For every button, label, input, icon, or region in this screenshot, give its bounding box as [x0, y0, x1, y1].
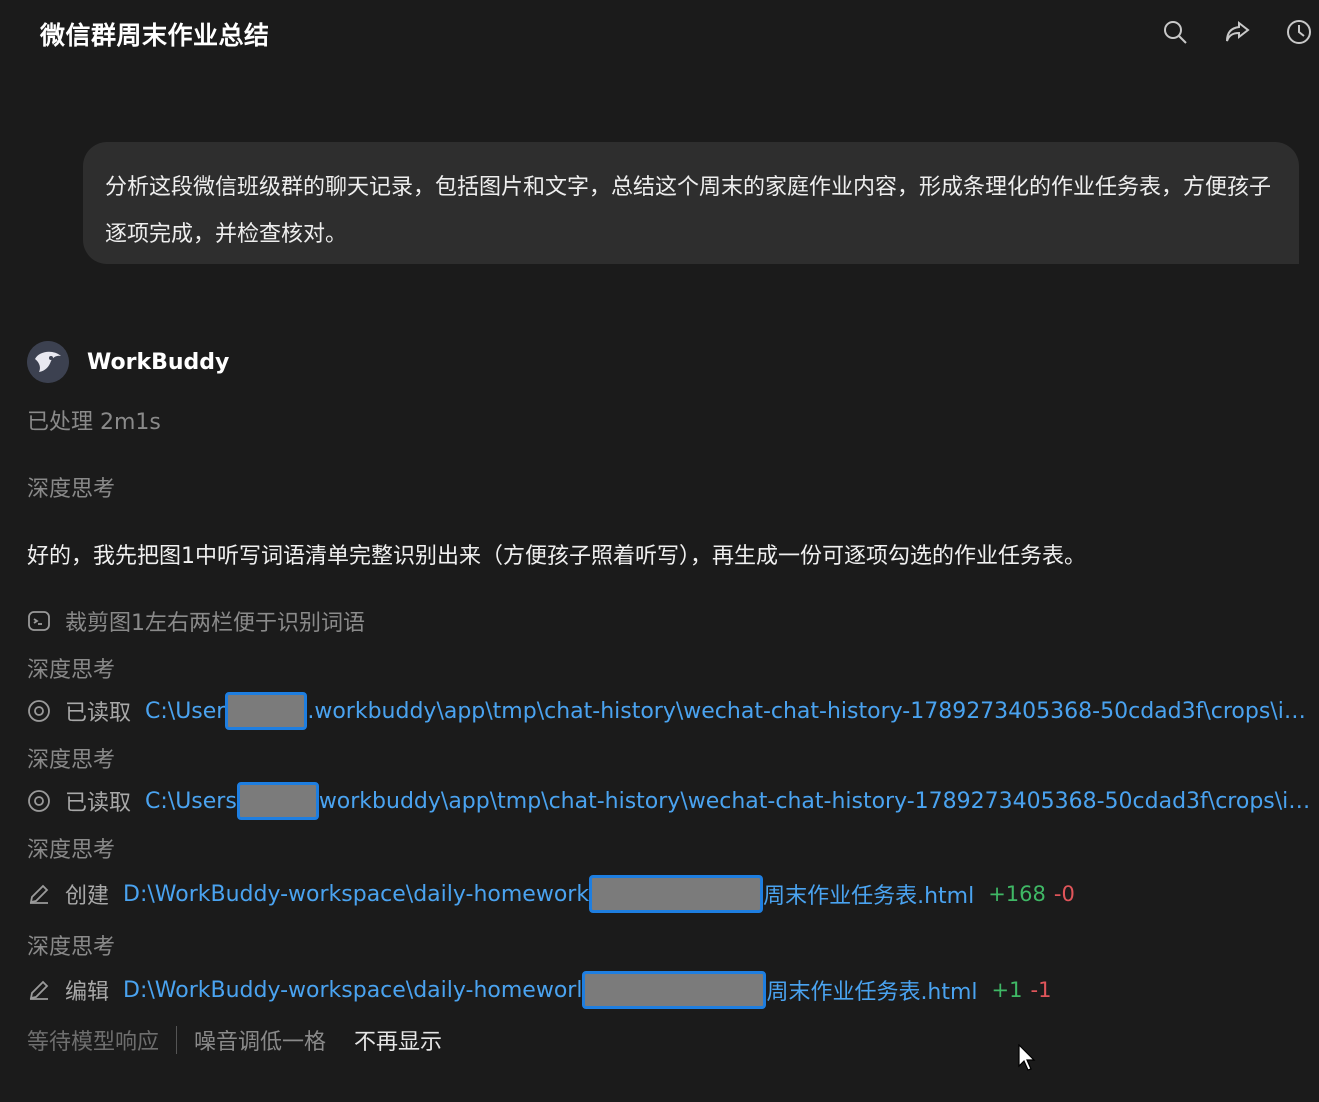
step-crop[interactable]: 裁剪图1左右两栏便于识别词语 — [27, 605, 365, 637]
status-bar: 等待模型响应 噪音调低一格 不再显示 — [27, 1024, 442, 1056]
mouse-cursor-icon — [1018, 1044, 1036, 1071]
thinking-label[interactable]: 深度思考 — [27, 471, 115, 503]
workbuddy-logo-icon — [27, 341, 69, 383]
file-path-suffix[interactable]: 周末作业任务表.html — [766, 974, 977, 1006]
dismiss-button[interactable]: 不再显示 — [354, 1024, 442, 1056]
divider — [176, 1026, 178, 1054]
user-message-text: 分析这段微信班级群的聊天记录，包括图片和文字，总结这个周末的家庭作业内容，形成条… — [105, 175, 1272, 247]
lines-added: +1 — [991, 978, 1023, 1002]
waiting-status: 等待模型响应 — [27, 1030, 160, 1055]
share-icon[interactable] — [1217, 16, 1257, 48]
step-verb: 编辑 — [65, 980, 110, 1005]
file-path-prefix[interactable]: C:\User — [145, 699, 225, 724]
assistant-header: WorkBuddy — [27, 341, 229, 383]
processed-time: 已处理 2m1s — [27, 410, 161, 435]
pencil-icon — [27, 978, 51, 1002]
redacted-block — [582, 971, 767, 1009]
conversation-title: 微信群周末作业总结 — [40, 21, 270, 50]
step-verb: 创建 — [65, 884, 110, 909]
file-path-suffix[interactable]: workbuddy\app\tmp\chat-history\wechat-ch… — [319, 789, 1310, 814]
lines-removed: -1 — [1030, 978, 1052, 1002]
file-path-suffix[interactable]: 周末作业任务表.html — [763, 878, 974, 910]
redacted-block — [589, 875, 764, 913]
step-verb: 已读取 — [65, 701, 132, 726]
step-text: 裁剪图1左右两栏便于识别词语 — [65, 611, 365, 636]
redacted-block — [225, 692, 308, 730]
file-path-prefix[interactable]: D:\WorkBuddy-workspace\daily-homework — [123, 882, 589, 907]
pencil-icon — [27, 882, 51, 906]
step-edit[interactable]: 编辑 D:\WorkBuddy-workspace\daily-homeworl… — [27, 971, 1051, 1009]
avatar — [27, 341, 69, 383]
search-icon[interactable] — [1155, 16, 1195, 48]
history-icon[interactable] — [1279, 16, 1319, 48]
assistant-name: WorkBuddy — [87, 349, 230, 375]
eye-icon — [27, 789, 51, 813]
thinking-label[interactable]: 深度思考 — [27, 832, 115, 864]
top-bar: 微信群周末作业总结 — [0, 0, 1319, 66]
terminal-icon — [27, 609, 51, 633]
lines-removed: -0 — [1053, 882, 1075, 906]
file-path-prefix[interactable]: C:\Users — [145, 789, 237, 814]
step-verb: 已读取 — [65, 791, 132, 816]
user-message-bubble: 分析这段微信班级群的聊天记录，包括图片和文字，总结这个周末的家庭作业内容，形成条… — [83, 142, 1299, 264]
eye-icon — [27, 699, 51, 723]
noise-hint[interactable]: 噪音调低一格 — [194, 1024, 326, 1056]
lines-added: +168 — [988, 882, 1046, 906]
thinking-label[interactable]: 深度思考 — [27, 742, 115, 774]
step-read-1[interactable]: 已读取 C:\User .workbuddy\app\tmp\chat-hist… — [27, 692, 1306, 730]
step-create[interactable]: 创建 D:\WorkBuddy-workspace\daily-homework… — [27, 875, 1075, 913]
top-actions — [1155, 16, 1319, 48]
file-path-prefix[interactable]: D:\WorkBuddy-workspace\daily-homeworl — [123, 978, 582, 1003]
step-read-2[interactable]: 已读取 C:\Users workbuddy\app\tmp\chat-hist… — [27, 782, 1310, 820]
redacted-block — [236, 782, 319, 820]
file-path-suffix[interactable]: .workbuddy\app\tmp\chat-history\wechat-c… — [307, 699, 1305, 724]
assistant-reply: 好的，我先把图1中听写词语清单完整识别出来（方便孩子照着听写），再生成一份可逐项… — [27, 544, 1087, 569]
thinking-label[interactable]: 深度思考 — [27, 929, 115, 961]
thinking-label[interactable]: 深度思考 — [27, 652, 115, 684]
